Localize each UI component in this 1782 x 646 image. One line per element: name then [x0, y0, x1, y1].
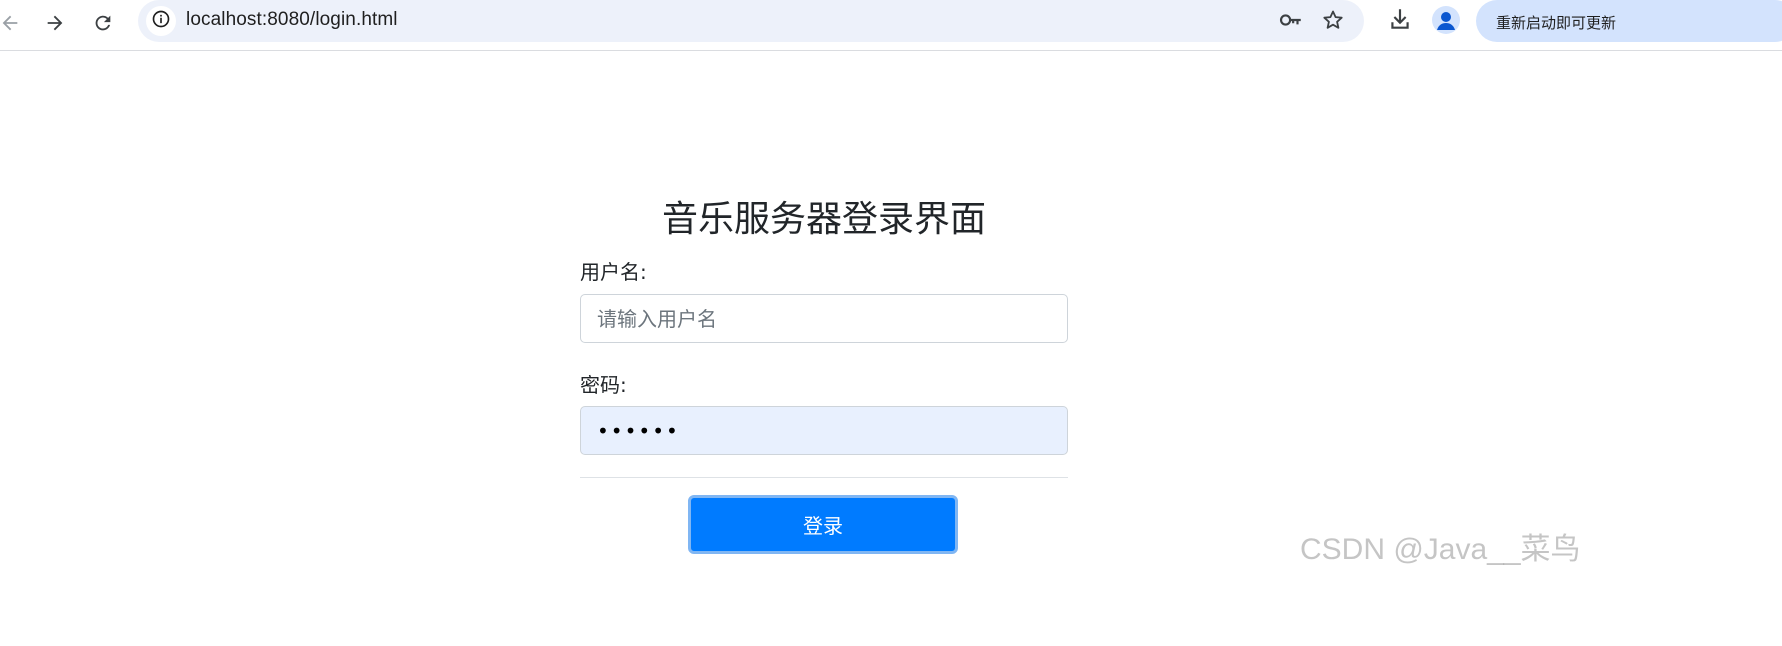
person-icon	[1432, 12, 1460, 34]
password-input[interactable]: ••••••	[580, 406, 1068, 455]
restart-to-update-button[interactable]: 重新启动即可更新	[1476, 0, 1782, 42]
reload-button[interactable]	[89, 9, 117, 37]
password-masked-value: ••••••	[597, 418, 680, 443]
watermark: CSDN @Java__菜鸟	[1300, 533, 1581, 566]
key-icon	[1278, 7, 1304, 37]
password-manager-button[interactable]	[1278, 9, 1304, 35]
username-label: 用户名:	[580, 260, 647, 284]
info-icon	[151, 9, 171, 33]
login-button[interactable]: 登录	[688, 495, 958, 554]
browser-toolbar: localhost:8080/login.html 重新启动即可更新	[0, 0, 1782, 51]
divider	[580, 477, 1068, 478]
download-icon	[1387, 6, 1413, 36]
page-title: 音乐服务器登录界面	[661, 199, 986, 240]
password-label: 密码:	[580, 373, 627, 397]
downloads-button[interactable]	[1386, 7, 1414, 35]
arrow-right-icon	[44, 12, 66, 34]
arrow-left-icon	[0, 12, 21, 34]
reload-icon	[92, 12, 114, 34]
bookmark-button[interactable]	[1320, 9, 1346, 35]
restart-label: 重新启动即可更新	[1496, 14, 1617, 32]
forward-button[interactable]	[41, 9, 69, 37]
url-text[interactable]: localhost:8080/login.html	[186, 9, 398, 31]
address-bar[interactable]: localhost:8080/login.html	[138, 0, 1364, 42]
back-button[interactable]	[0, 9, 24, 37]
star-icon	[1321, 8, 1345, 36]
site-info-button[interactable]	[146, 6, 176, 36]
username-input[interactable]	[580, 294, 1068, 343]
profile-button[interactable]	[1432, 6, 1460, 34]
